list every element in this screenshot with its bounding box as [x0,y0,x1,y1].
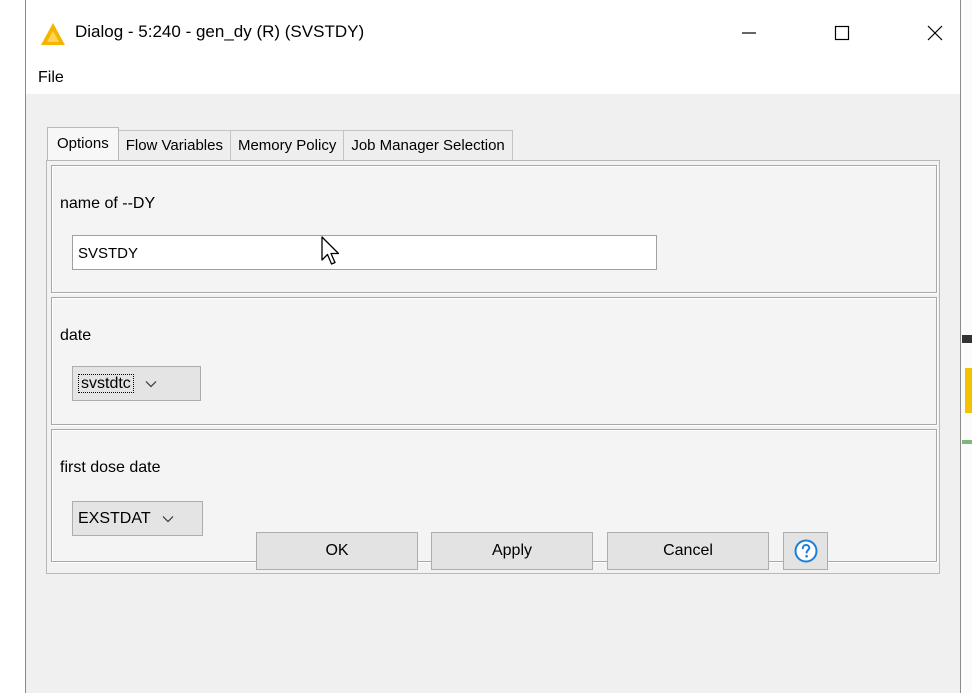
desktop-background [960,0,972,693]
tab-flow-variables[interactable]: Flow Variables [117,130,231,160]
chevron-down-icon [157,515,179,523]
knime-warning-triangle-icon [41,23,65,45]
options-panel: name of --DY date svstdtc first dose dat… [46,160,940,574]
dialog-content: Options Flow Variables Memory Policy Job… [26,94,960,693]
question-circle-icon [794,539,817,563]
menu-file[interactable]: File [38,69,64,87]
close-button[interactable] [912,16,958,50]
apply-button[interactable]: Apply [431,532,593,570]
first-dose-select-value: EXSTDAT [78,509,151,527]
window-title: Dialog - 5:240 - gen_dy (R) (SVSTDY) [75,22,365,41]
minimize-button[interactable] [726,16,772,50]
background-artifact [962,335,972,343]
first-dose-label: first dose date [60,459,161,476]
background-artifact [962,440,972,444]
close-icon [927,25,943,41]
tab-memory-policy[interactable]: Memory Policy [229,130,345,160]
minimize-icon [742,32,756,34]
mouse-cursor-icon [321,236,340,265]
maximize-button[interactable] [819,16,865,50]
help-button[interactable] [783,532,828,570]
ok-button[interactable]: OK [256,532,418,570]
background-artifact [965,368,972,413]
date-select-value: svstdtc [78,373,134,393]
cancel-button[interactable]: Cancel [607,532,769,570]
tab-bar: Options Flow Variables Memory Policy Job… [47,127,513,160]
menu-bar: File [26,64,960,94]
tab-job-manager-selection[interactable]: Job Manager Selection [343,130,513,160]
maximize-icon [834,25,850,41]
date-section: date svstdtc [51,297,937,425]
tab-options[interactable]: Options [47,127,119,160]
name-input[interactable] [72,235,657,270]
title-bar[interactable]: Dialog - 5:240 - gen_dy (R) (SVSTDY) [26,0,960,64]
date-select[interactable]: svstdtc [72,366,201,401]
date-label: date [60,327,92,344]
name-section: name of --DY [51,165,937,293]
dialog-window: Dialog - 5:240 - gen_dy (R) (SVSTDY) Fil… [25,0,961,693]
name-label: name of --DY [60,195,156,212]
first-dose-select[interactable]: EXSTDAT [72,501,203,536]
chevron-down-icon [140,380,162,388]
